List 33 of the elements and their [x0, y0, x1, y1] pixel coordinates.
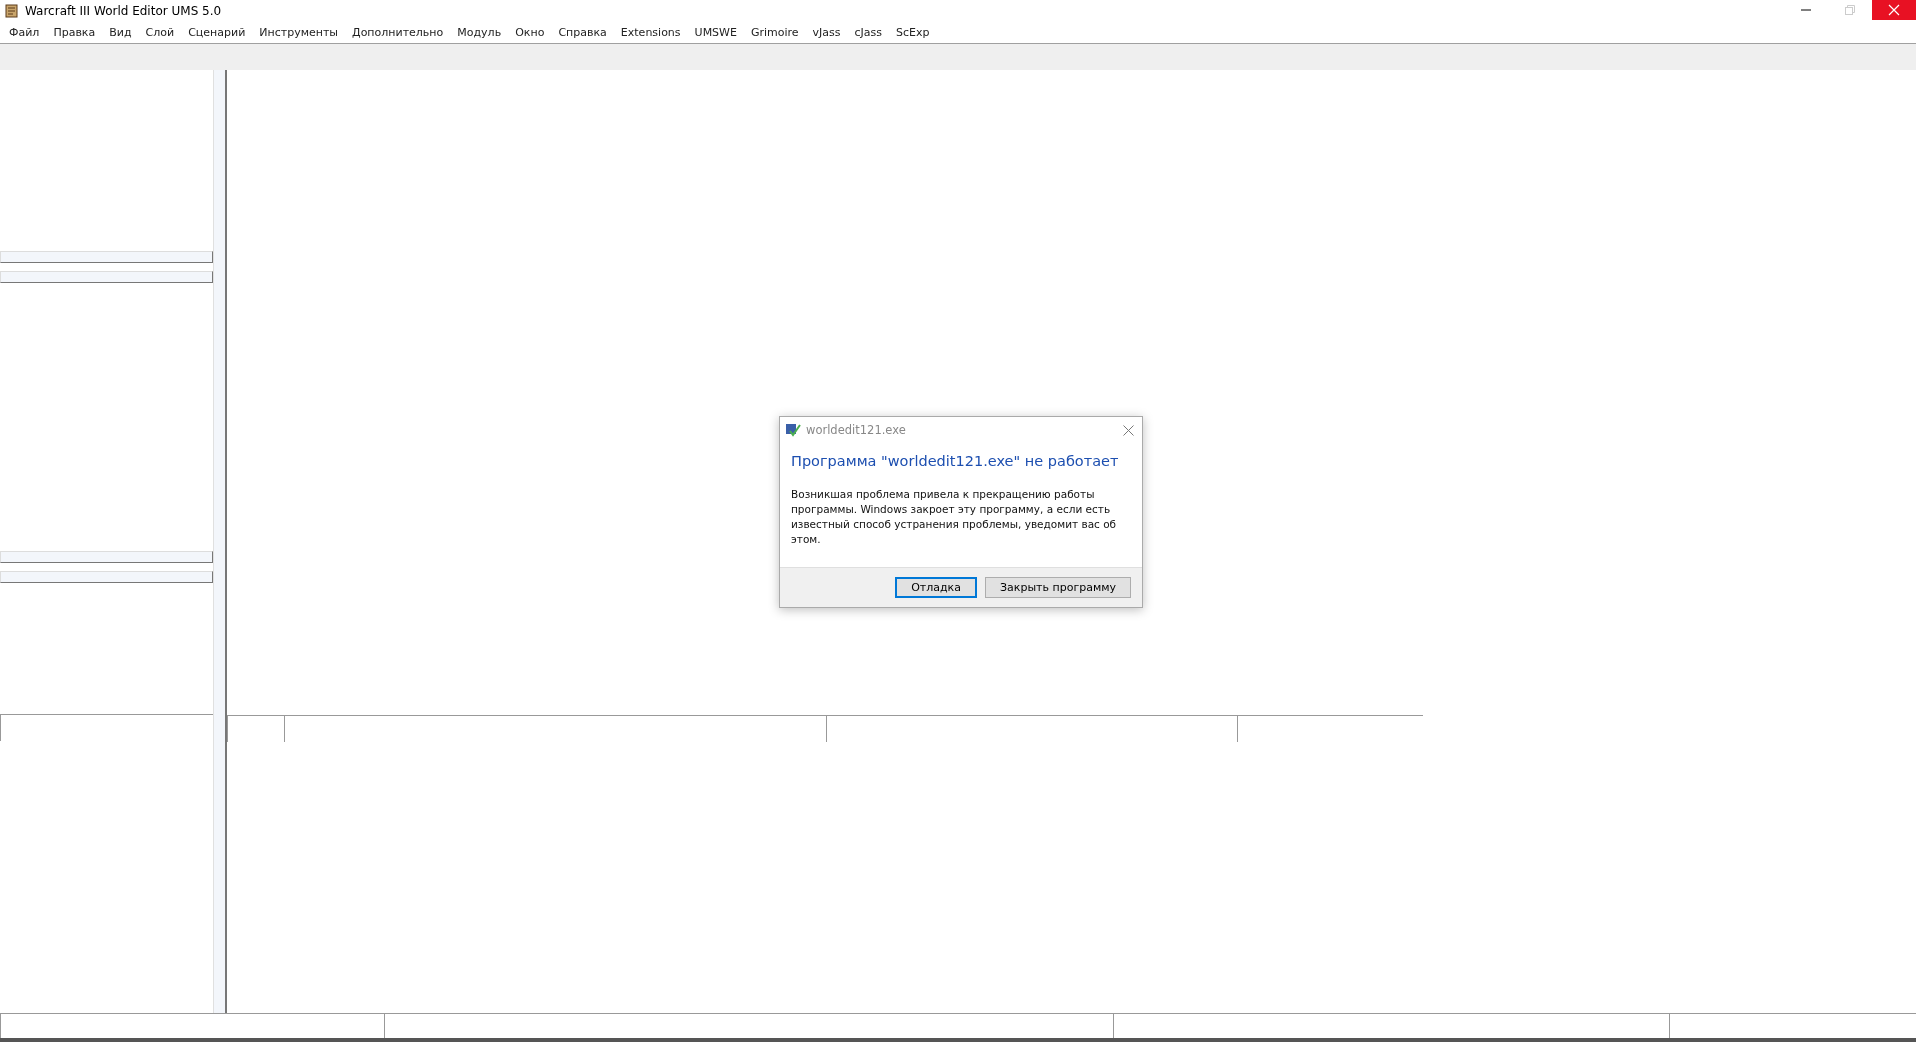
menu-item[interactable]: ScExp — [889, 26, 937, 39]
dialog-button[interactable]: Закрыть программу — [985, 577, 1131, 598]
menu-item[interactable]: Окно — [508, 26, 552, 39]
scroll-icon — [4, 3, 20, 19]
program-icon — [785, 422, 801, 438]
menu-item[interactable]: Правка — [46, 26, 103, 39]
window-title: Warcraft III World Editor UMS 5.0 — [25, 4, 222, 18]
menu-item[interactable]: Extensions — [613, 26, 688, 39]
dialog-heading: Программа "worldedit121.exe" не работает — [791, 453, 1120, 469]
menu-item[interactable]: Файл — [2, 26, 47, 39]
panel-bar[interactable] — [0, 551, 213, 563]
close-icon — [1888, 4, 1900, 16]
splitter[interactable] — [213, 70, 227, 1013]
dialog-message: Возникшая проблема привела к прекращению работы программы. Windows закроет эту программу, а если есть известный способ устранения проблемы, уведомит вас об этом. — [791, 487, 1118, 547]
panel-bar[interactable] — [0, 271, 213, 283]
menu-item[interactable]: cJass — [847, 26, 890, 39]
close-icon[interactable] — [1123, 424, 1134, 436]
restore-icon — [1844, 4, 1856, 16]
panel-bar[interactable] — [0, 571, 213, 583]
panel-bar[interactable] — [0, 251, 213, 263]
menu-item[interactable]: UMSWE — [687, 26, 744, 39]
menu-item[interactable]: Сценарий — [181, 26, 253, 39]
menu-item[interactable]: Модуль — [450, 26, 509, 39]
menu-item[interactable]: Справка — [551, 26, 614, 39]
menu-item[interactable]: Grimoire — [743, 26, 806, 39]
close-button[interactable] — [1872, 0, 1916, 20]
dialog-button[interactable]: Отладка — [895, 577, 977, 598]
menu-item[interactable]: Инструменты — [252, 26, 346, 39]
menu-item[interactable]: vJass — [805, 26, 848, 39]
dialog-title: worldedit121.exe — [806, 423, 906, 437]
menu-item[interactable]: Дополнительно — [345, 26, 451, 39]
menu-item[interactable]: Вид — [102, 26, 139, 39]
menu-item[interactable]: Слой — [138, 26, 182, 39]
